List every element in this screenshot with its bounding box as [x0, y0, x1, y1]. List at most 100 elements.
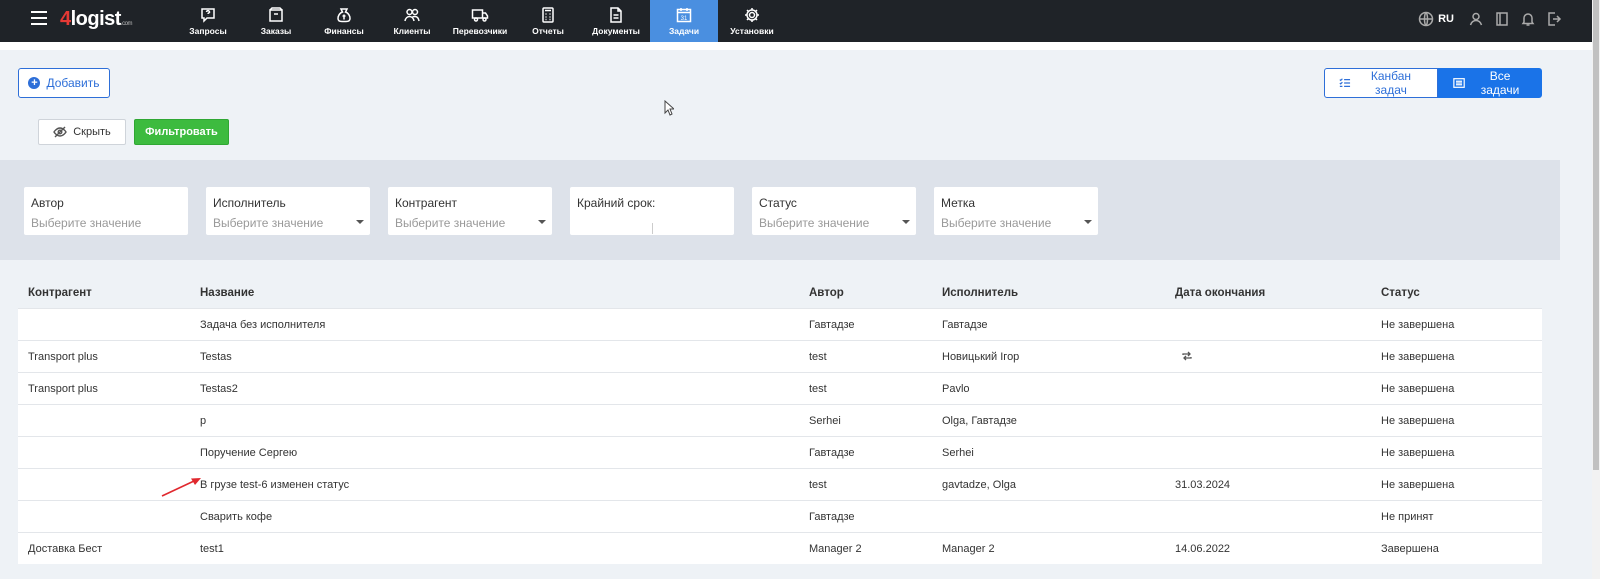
nav-item-label: Запросы — [189, 26, 227, 36]
nav-item-3[interactable]: Клиенты — [378, 0, 446, 42]
column-header-4[interactable]: Дата окончания — [1175, 287, 1265, 299]
column-header-3[interactable]: Исполнитель — [942, 287, 1018, 299]
filter-label: Крайний срок: — [577, 196, 656, 210]
cell-author: Гавтадзе — [809, 319, 855, 331]
column-header-2[interactable]: Автор — [809, 287, 844, 299]
globe-icon[interactable] — [1418, 11, 1434, 27]
table-row[interactable]: Сварить кофе Гавтадзе Не принят — [18, 500, 1542, 532]
nav-item-label: Клиенты — [393, 26, 431, 36]
chevron-down-icon[interactable] — [538, 220, 546, 224]
calculator-icon — [542, 7, 554, 23]
table-row[interactable]: Доставка Бест test1 Manager 2 Manager 2 14.0… — [18, 532, 1542, 564]
book-icon[interactable] — [1494, 11, 1510, 27]
gear-icon — [745, 8, 759, 22]
filter-1[interactable]: Исполнитель Выберите значение — [206, 187, 370, 235]
nav-item-6[interactable]: Документы — [582, 0, 650, 42]
cell-executor: Гавтадзе — [942, 319, 988, 331]
filter-label: Исполнитель — [213, 196, 286, 210]
all-tasks-view-button[interactable]: Все задачи — [1438, 68, 1542, 98]
all-tasks-view-label: Все задачи — [1480, 69, 1520, 97]
cell-counterparty: Доставка Бест — [28, 543, 103, 555]
filter-label: Контрагент — [395, 196, 458, 210]
cell-name: Задача без исполнителя — [200, 319, 326, 331]
cell-executor: Новицький Ігор — [942, 351, 1020, 363]
bell-icon[interactable] — [1520, 11, 1536, 27]
table-row[interactable]: Задача без исполнителя Гавтадзе Гавтадзе Не… — [18, 308, 1542, 340]
language-switch[interactable]: RU — [1438, 13, 1454, 25]
nav-item-2[interactable]: Финансы — [310, 0, 378, 42]
filter-panel: Автор Выберите значение Исполнитель Выберит… — [0, 160, 1560, 260]
view-toggle: Канбан задач Все задачи — [1324, 68, 1542, 98]
cell-author: Manager 2 — [809, 543, 862, 555]
user-icon[interactable] — [1468, 11, 1484, 27]
cell-counterparty: Transport plus — [28, 351, 98, 363]
nav-item-4[interactable]: Перевозчики — [446, 0, 514, 42]
cell-status: Не завершена — [1381, 351, 1455, 363]
cell-name: Поручение Сергею — [200, 447, 298, 459]
nav-item-8[interactable]: Установки — [718, 0, 786, 42]
cell-status: Не завершена — [1381, 479, 1455, 491]
plus-circle-icon: + — [28, 77, 41, 89]
scrollbar-thumb[interactable] — [1593, 0, 1599, 470]
filter-4[interactable]: Статус Выберите значение — [752, 187, 916, 235]
kanban-view-label: Канбан задач — [1370, 69, 1412, 97]
nav-item-1[interactable]: Заказы — [242, 0, 310, 42]
filter-0[interactable]: Автор Выберите значение — [24, 187, 188, 235]
cell-author: Гавтадзе — [809, 511, 855, 523]
chevron-down-icon[interactable] — [1084, 220, 1092, 224]
eye-slash-icon — [53, 126, 68, 138]
table-row[interactable]: В грузе test-6 изменен статус test gavtadz… — [18, 468, 1542, 500]
chevron-down-icon[interactable] — [356, 220, 364, 224]
logout-icon[interactable] — [1546, 11, 1562, 27]
nav-item-label: Задачи — [668, 26, 700, 36]
filter-5[interactable]: Метка Выберите значение — [934, 187, 1098, 235]
list-icon — [1453, 78, 1465, 88]
cell-name: Testas2 — [200, 383, 238, 395]
hamburger-menu-icon[interactable] — [31, 11, 47, 25]
filter-button[interactable]: Фильтровать — [134, 119, 229, 145]
filter-3[interactable]: Крайний срок: — [570, 187, 734, 235]
cell-end-date: 31.03.2024 — [1175, 479, 1231, 491]
filter-2[interactable]: Контрагент Выберите значение — [388, 187, 552, 235]
hide-filters-button[interactable]: Скрыть — [38, 119, 126, 145]
table-row[interactable]: p Serhei Olga, Гавтадзе Не завершена — [18, 404, 1542, 436]
filter-label: Статус — [759, 196, 797, 210]
column-header-0[interactable]: Контрагент — [28, 287, 92, 299]
table-body: Задача без исполнителя Гавтадзе Гавтадзе Не… — [18, 308, 1542, 564]
chevron-down-icon[interactable] — [902, 220, 910, 224]
nav-item-label: Отчеты — [532, 26, 564, 36]
filter-placeholder: Выберите значение — [395, 216, 506, 230]
table-row[interactable]: Transport plus Testas2 test Pavlo Не заверше… — [18, 372, 1542, 404]
tasks-table: Контрагент Название Автор Исполнитель Дата о… — [0, 260, 1560, 579]
filter-placeholder: Выберите значение — [759, 216, 870, 230]
cell-counterparty: Transport plus — [28, 383, 98, 395]
cell-author: Гавтадзе — [809, 447, 855, 459]
nav-item-5[interactable]: Отчеты — [514, 0, 582, 42]
cell-status: Завершена — [1381, 543, 1439, 555]
table-row[interactable]: Поручение Сергею Гавтадзе Serhei Не заверше… — [18, 436, 1542, 468]
column-header-1[interactable]: Название — [200, 287, 254, 299]
nav-item-label: Заказы — [260, 26, 292, 36]
header-spacer — [0, 42, 1592, 50]
cell-author: test — [809, 479, 827, 491]
cell-executor: gavtadze, Olga — [942, 479, 1016, 491]
kanban-view-button[interactable]: Канбан задач — [1324, 68, 1438, 98]
column-header-5[interactable]: Статус — [1381, 287, 1420, 299]
app-logo[interactable]: 4logist.com — [60, 8, 132, 31]
add-button[interactable]: + Добавить — [18, 68, 110, 98]
cell-author: test — [809, 351, 827, 363]
hide-filters-label: Скрыть — [73, 126, 111, 138]
cell-executor: Pavlo — [942, 383, 970, 395]
users-icon — [404, 8, 420, 22]
page-scrollbar[interactable] — [1592, 0, 1600, 579]
filter-placeholder: Выберите значение — [213, 216, 324, 230]
filter-label: Метка — [941, 196, 976, 210]
checklist-icon — [1339, 78, 1351, 87]
cell-executor: Olga, Гавтадзе — [942, 415, 1017, 427]
table-row[interactable]: Transport plus Testas test Новицький Ігор Не… — [18, 340, 1542, 372]
nav-item-7[interactable]: 31 Задачи — [650, 0, 718, 42]
nav-item-label: Установки — [730, 26, 774, 36]
table-header: Контрагент Название Автор Исполнитель Дата о… — [18, 278, 1542, 308]
cell-status: Не завершена — [1381, 383, 1455, 395]
nav-item-0[interactable]: Запросы — [174, 0, 242, 42]
